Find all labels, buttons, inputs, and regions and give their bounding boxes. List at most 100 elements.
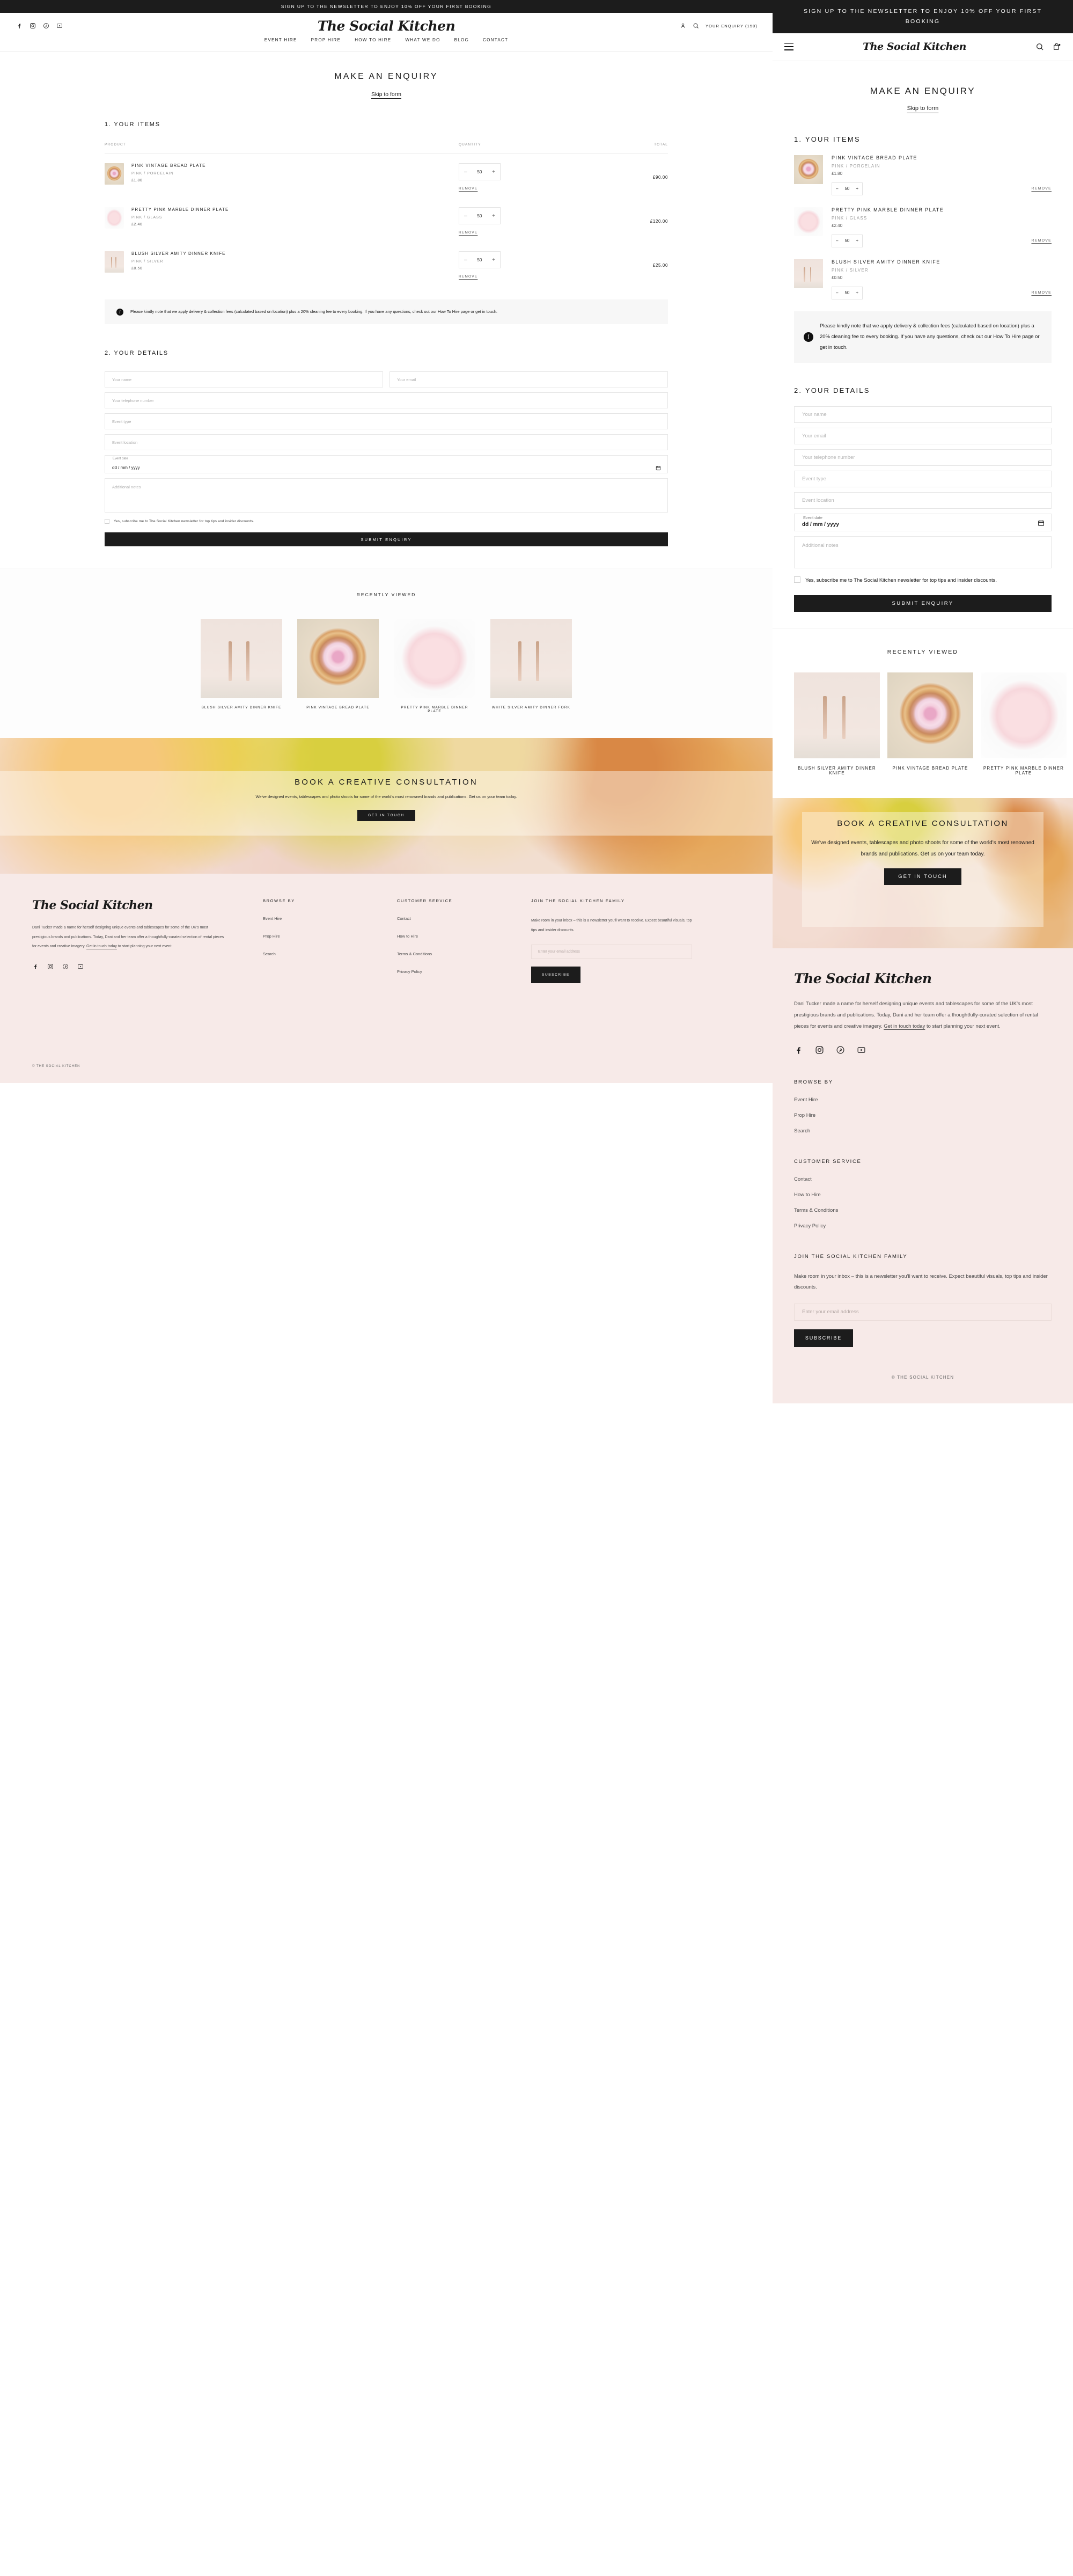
- remove-item-button[interactable]: REMOVE: [1031, 239, 1052, 243]
- remove-item-button[interactable]: REMOVE: [459, 231, 477, 235]
- event-location-input[interactable]: Event location: [105, 434, 668, 451]
- product-name[interactable]: PINK VINTAGE BREAD PLATE: [887, 766, 973, 771]
- facebook-icon[interactable]: [32, 963, 39, 970]
- get-in-touch-button[interactable]: GET IN TOUCH: [357, 809, 415, 821]
- product-image[interactable]: [981, 672, 1067, 758]
- list-item[interactable]: BLUSH SILVER AMITY DINNER KNIFE: [794, 672, 880, 775]
- product-image[interactable]: [887, 672, 973, 758]
- pinterest-icon[interactable]: [43, 23, 49, 29]
- quantity-increase-button[interactable]: +: [492, 257, 495, 263]
- footer-email-input[interactable]: Enter your email address: [794, 1303, 1052, 1321]
- remove-item-button[interactable]: REMOVE: [459, 187, 477, 191]
- product-name[interactable]: PRETTY PINK MARBLE DINNER PLATE: [131, 207, 229, 212]
- event-location-input[interactable]: Event location: [794, 492, 1052, 509]
- facebook-icon[interactable]: [16, 23, 23, 29]
- footer-link-contact[interactable]: Contact: [794, 1176, 1052, 1182]
- footer-link-search[interactable]: Search: [263, 952, 397, 956]
- quantity-stepper[interactable]: – 50 +: [459, 207, 501, 224]
- instagram-icon[interactable]: [30, 23, 36, 29]
- quantity-stepper[interactable]: – 50 +: [459, 251, 501, 268]
- skip-to-form-link[interactable]: Skip to form: [773, 105, 1073, 112]
- quantity-increase-button[interactable]: +: [856, 186, 858, 191]
- product-image[interactable]: [490, 619, 572, 699]
- newsletter-optin-row[interactable]: Yes, subscribe me to The Social Kitchen …: [105, 519, 668, 524]
- product-thumbnail[interactable]: [105, 207, 124, 229]
- additional-notes-textarea[interactable]: Additional notes: [794, 536, 1052, 568]
- quantity-increase-button[interactable]: +: [492, 169, 495, 175]
- footer-link-how-to-hire[interactable]: How to Hire: [397, 934, 531, 939]
- product-name[interactable]: BLUSH SILVER AMITY DINNER KNIFE: [832, 259, 1052, 265]
- footer-link-terms[interactable]: Terms & Conditions: [794, 1208, 1052, 1213]
- skip-to-form-link[interactable]: Skip to form: [0, 91, 773, 98]
- product-name[interactable]: PINK VINTAGE BREAD PLATE: [832, 155, 1052, 160]
- submit-enquiry-button[interactable]: SUBMIT ENQUIRY: [794, 595, 1052, 612]
- list-item[interactable]: PRETTY PINK MARBLE DINNER PLATE: [394, 619, 475, 713]
- newsletter-optin-row[interactable]: Yes, subscribe me to The Social Kitchen …: [794, 576, 1052, 586]
- remove-item-button[interactable]: REMOVE: [459, 275, 477, 279]
- youtube-icon[interactable]: [56, 23, 63, 29]
- product-image[interactable]: [201, 619, 282, 699]
- footer-link-contact[interactable]: Contact: [397, 916, 531, 921]
- subscribe-button[interactable]: SUBSCRIBE: [794, 1329, 853, 1347]
- product-thumbnail[interactable]: [105, 251, 124, 273]
- event-type-input[interactable]: Event type: [794, 470, 1052, 487]
- quantity-decrease-button[interactable]: –: [836, 238, 838, 243]
- quantity-stepper[interactable]: – 50 +: [832, 286, 863, 299]
- instagram-icon[interactable]: [47, 963, 54, 970]
- product-image[interactable]: [394, 619, 475, 699]
- product-thumbnail[interactable]: [794, 207, 823, 236]
- product-image[interactable]: [794, 672, 880, 758]
- facebook-icon[interactable]: [794, 1045, 803, 1055]
- quantity-decrease-button[interactable]: –: [464, 169, 467, 175]
- youtube-icon[interactable]: [77, 963, 84, 970]
- product-image[interactable]: [297, 619, 379, 699]
- footer-link-search[interactable]: Search: [794, 1128, 1052, 1134]
- quantity-stepper[interactable]: – 50 +: [459, 163, 501, 180]
- get-in-touch-button[interactable]: GET IN TOUCH: [884, 868, 961, 885]
- footer-link-privacy[interactable]: Privacy Policy: [397, 969, 531, 974]
- list-item[interactable]: WHITE SILVER AMITY DINNER FORK: [490, 619, 572, 713]
- footer-link-terms[interactable]: Terms & Conditions: [397, 952, 531, 956]
- telephone-input[interactable]: Your telephone number: [105, 392, 668, 409]
- shopping-bag-icon[interactable]: [1053, 42, 1061, 51]
- product-name[interactable]: BLUSH SILVER AMITY DINNER KNIFE: [131, 251, 226, 256]
- newsletter-checkbox[interactable]: [794, 576, 800, 583]
- product-name[interactable]: WHITE SILVER AMITY DINNER FORK: [490, 706, 572, 709]
- product-name[interactable]: PINK VINTAGE BREAD PLATE: [297, 706, 379, 709]
- name-input[interactable]: Your name: [105, 371, 383, 388]
- product-thumbnail[interactable]: [794, 155, 823, 184]
- quantity-decrease-button[interactable]: –: [836, 186, 838, 191]
- instagram-icon[interactable]: [815, 1045, 824, 1055]
- remove-item-button[interactable]: REMOVE: [1031, 187, 1052, 191]
- footer-link-event-hire[interactable]: Event Hire: [263, 916, 397, 921]
- enquiry-count-link[interactable]: YOUR ENQUIRY (150): [705, 24, 758, 28]
- account-icon[interactable]: [680, 23, 686, 29]
- youtube-icon[interactable]: [857, 1045, 866, 1055]
- footer-link-privacy[interactable]: Privacy Policy: [794, 1223, 1052, 1229]
- quantity-increase-button[interactable]: +: [492, 213, 495, 219]
- quantity-increase-button[interactable]: +: [856, 238, 858, 243]
- hamburger-menu-icon[interactable]: [784, 41, 793, 53]
- search-icon[interactable]: [1035, 42, 1044, 51]
- calendar-icon[interactable]: [1038, 519, 1045, 526]
- quantity-stepper[interactable]: – 50 +: [832, 182, 863, 195]
- list-item[interactable]: PINK VINTAGE BREAD PLATE: [887, 672, 973, 775]
- footer-get-in-touch-link[interactable]: Get in touch today: [86, 945, 117, 948]
- list-item[interactable]: PRETTY PINK MARBLE DINNER PLATE: [981, 672, 1067, 775]
- footer-link-how-to-hire[interactable]: How to Hire: [794, 1192, 1052, 1198]
- product-name[interactable]: PRETTY PINK MARBLE DINNER PLATE: [981, 766, 1067, 775]
- subscribe-button[interactable]: SUBSCRIBE: [531, 967, 580, 984]
- email-input[interactable]: Your email: [389, 371, 668, 388]
- event-type-input[interactable]: Event type: [105, 413, 668, 430]
- recently-viewed-carousel[interactable]: BLUSH SILVER AMITY DINNER KNIFE PINK VIN…: [773, 672, 1073, 775]
- quantity-stepper[interactable]: – 50 +: [832, 234, 863, 247]
- event-date-input[interactable]: Event date dd / mm / yyyy: [794, 513, 1052, 531]
- additional-notes-textarea[interactable]: Additional notes: [105, 478, 668, 513]
- list-item[interactable]: BLUSH SILVER AMITY DINNER KNIFE: [201, 619, 282, 713]
- search-icon[interactable]: [693, 23, 699, 29]
- footer-link-prop-hire[interactable]: Prop Hire: [263, 934, 397, 939]
- footer-link-prop-hire[interactable]: Prop Hire: [794, 1113, 1052, 1118]
- footer-link-event-hire[interactable]: Event Hire: [794, 1097, 1052, 1103]
- pinterest-icon[interactable]: [62, 963, 69, 970]
- newsletter-checkbox[interactable]: [105, 519, 109, 524]
